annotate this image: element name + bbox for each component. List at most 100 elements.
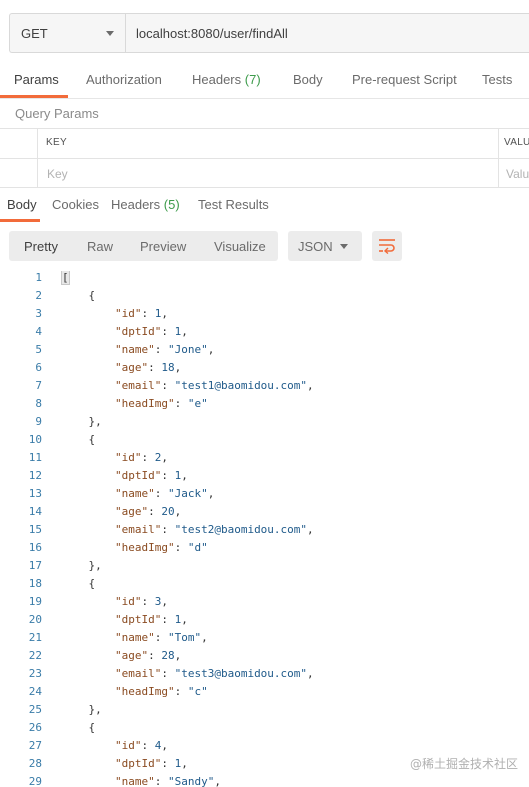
line-number: 3 <box>35 307 42 320</box>
line-number: 14 <box>28 505 42 518</box>
tab-response-headers[interactable]: Headers (5) <box>111 197 180 212</box>
view-raw-button[interactable]: Raw <box>87 239 113 254</box>
line-number: 28 <box>28 757 42 770</box>
chevron-down-icon <box>106 31 114 36</box>
url-value: localhost:8080/user/findAll <box>136 25 288 41</box>
line-number: 18 <box>28 577 42 590</box>
column-header-value: VALU <box>504 137 529 148</box>
wrap-lines-icon <box>379 239 395 254</box>
code-line: 25 }, <box>0 703 529 721</box>
column-header-key: KEY <box>46 137 67 148</box>
tab-headers-label: Headers <box>192 72 242 87</box>
method-label: GET <box>21 25 48 41</box>
tab-body[interactable]: Body <box>293 72 323 87</box>
table-row: Key Valu <box>0 159 529 189</box>
line-number: 22 <box>28 649 42 662</box>
code-text: "email": "test1@baomidou.com", <box>114 379 314 392</box>
format-label: JSON <box>298 239 333 254</box>
line-number: 26 <box>28 721 42 734</box>
code-line: 23 "email": "test3@baomidou.com", <box>0 667 529 685</box>
code-text: "dptId": 1, <box>114 757 188 770</box>
code-text: }, <box>62 415 102 428</box>
code-text: { <box>62 577 96 590</box>
view-pretty-button[interactable]: Pretty <box>24 239 58 254</box>
code-text: "name": "Tom", <box>114 631 208 644</box>
code-text: "email": "test2@baomidou.com", <box>114 523 314 536</box>
divider <box>37 129 38 188</box>
code-text: "dptId": 1, <box>114 613 188 626</box>
code-line: 24 "headImg": "c" <box>0 685 529 703</box>
code-line: 15 "email": "test2@baomidou.com", <box>0 523 529 541</box>
tab-headers[interactable]: Headers (7) <box>192 72 261 87</box>
code-text: { <box>62 721 96 734</box>
line-number: 23 <box>28 667 42 680</box>
chevron-down-icon <box>340 244 348 249</box>
line-number: 20 <box>28 613 42 626</box>
tab-response-body[interactable]: Body <box>7 197 37 212</box>
query-params-title: Query Params <box>15 106 99 121</box>
code-text: "age": 20, <box>114 505 182 518</box>
line-number: 27 <box>28 739 42 752</box>
tab-params[interactable]: Params <box>14 72 59 87</box>
table-header-row: KEY VALU <box>0 129 529 159</box>
code-line: 16 "headImg": "d" <box>0 541 529 559</box>
code-text: "id": 4, <box>114 739 168 752</box>
code-text: { <box>62 289 96 302</box>
code-text: "headImg": "d" <box>114 541 208 554</box>
code-line: 2 { <box>0 289 529 307</box>
code-line: 3 "id": 1, <box>0 307 529 325</box>
code-line: 14 "age": 20, <box>0 505 529 523</box>
request-bar: GET localhost:8080/user/findAll <box>9 13 529 53</box>
divider <box>0 98 529 99</box>
key-input[interactable]: Key <box>47 167 68 181</box>
code-line: 29 "name": "Sandy", <box>0 775 529 787</box>
line-number: 19 <box>28 595 42 608</box>
view-mode-segmented-control: Pretty Raw Preview Visualize <box>9 231 278 261</box>
code-text: "name": "Jack", <box>114 487 215 500</box>
code-line: 10 { <box>0 433 529 451</box>
line-number: 13 <box>28 487 42 500</box>
divider <box>498 129 499 188</box>
code-line: 26 { <box>0 721 529 739</box>
code-line: 22 "age": 28, <box>0 649 529 667</box>
tab-prerequest-script[interactable]: Pre-request Script <box>352 72 457 87</box>
code-text: "dptId": 1, <box>114 469 188 482</box>
code-text: [ <box>61 271 70 285</box>
code-line: 1[ <box>0 271 529 289</box>
line-number: 5 <box>35 343 42 356</box>
line-number: 25 <box>28 703 42 716</box>
code-line: 6 "age": 18, <box>0 361 529 379</box>
code-line: 20 "dptId": 1, <box>0 613 529 631</box>
line-number: 24 <box>28 685 42 698</box>
code-text: { <box>62 433 96 446</box>
format-select[interactable]: JSON <box>288 231 362 261</box>
wrap-lines-button[interactable] <box>372 231 402 261</box>
tab-authorization[interactable]: Authorization <box>86 72 162 87</box>
watermark: @稀土掘金技术社区 <box>410 757 519 771</box>
code-text: "age": 18, <box>114 361 182 374</box>
line-number: 10 <box>28 433 42 446</box>
line-number: 16 <box>28 541 42 554</box>
code-text: "headImg": "e" <box>114 397 208 410</box>
code-text: "dptId": 1, <box>114 325 188 338</box>
code-line: 17 }, <box>0 559 529 577</box>
line-number: 1 <box>35 271 42 284</box>
view-visualize-button[interactable]: Visualize <box>214 239 266 254</box>
url-input[interactable]: localhost:8080/user/findAll <box>125 13 529 53</box>
code-line: 8 "headImg": "e" <box>0 397 529 415</box>
line-number: 2 <box>35 289 42 302</box>
line-number: 4 <box>35 325 42 338</box>
method-select[interactable]: GET <box>9 13 125 53</box>
code-text: "name": "Jone", <box>114 343 215 356</box>
view-preview-button[interactable]: Preview <box>140 239 186 254</box>
response-body-viewer[interactable]: 1[2 {3 "id": 1, 4 "dptId": 1, 5 "name": "J… <box>0 271 529 787</box>
code-text: "email": "test3@baomidou.com", <box>114 667 314 680</box>
value-input[interactable]: Valu <box>506 167 529 181</box>
code-line: 13 "name": "Jack", <box>0 487 529 505</box>
tab-cookies[interactable]: Cookies <box>52 197 99 212</box>
tab-response-headers-label: Headers <box>111 197 161 212</box>
response-headers-count-badge: (5) <box>163 197 180 212</box>
tab-tests[interactable]: Tests <box>482 72 512 87</box>
tab-test-results[interactable]: Test Results <box>198 197 269 212</box>
line-number: 6 <box>35 361 42 374</box>
